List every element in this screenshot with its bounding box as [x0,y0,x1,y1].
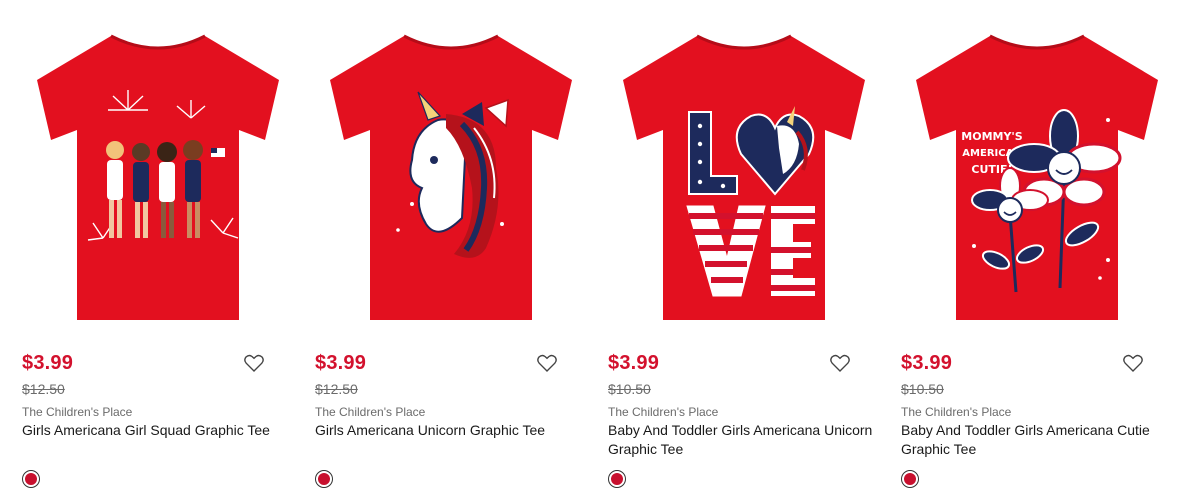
product-title[interactable]: Girls Americana Girl Squad Graphic Tee [22,421,287,440]
product-card[interactable]: $3.99 $12.50 The Children's Place Girls … [315,0,587,499]
product-title[interactable]: Baby And Toddler Girls Americana Cutie G… [901,421,1166,459]
sale-price: $3.99 [901,352,953,374]
tshirt-girl-squad-graphic [37,34,279,320]
brand-name: The Children's Place [608,405,719,419]
swatch-color [904,473,916,485]
color-swatch[interactable] [608,470,626,488]
product-card[interactable]: $3.99 $10.50 The Children's Place Baby A… [608,0,880,499]
heart-icon[interactable] [830,354,850,372]
original-price: $10.50 [608,381,651,397]
product-card[interactable]: MOMMY'S AMERICAN CUTIE! $3.99 $10.50 The… [901,0,1173,499]
product-image[interactable] [315,18,587,338]
product-grid: $3.99 $12.50 The Children's Place Girls … [0,0,1180,499]
product-title[interactable]: Baby And Toddler Girls Americana Unicorn… [608,421,873,459]
color-swatch[interactable] [315,470,333,488]
brand-name: The Children's Place [901,405,1012,419]
tshirt-unicorn-graphic [330,34,572,320]
swatch-color [25,473,37,485]
original-price: $12.50 [22,381,65,397]
heart-icon[interactable] [244,354,264,372]
heart-icon[interactable] [1123,354,1143,372]
product-card[interactable]: $3.99 $12.50 The Children's Place Girls … [22,0,294,499]
swatch-color [318,473,330,485]
product-image[interactable] [608,18,880,338]
graphic-text-line: MOMMY'S [961,130,1023,143]
product-image[interactable]: MOMMY'S AMERICAN CUTIE! [901,18,1173,338]
sale-price: $3.99 [315,352,367,374]
original-price: $12.50 [315,381,358,397]
sale-price: $3.99 [22,352,74,374]
swatch-color [611,473,623,485]
tshirt-mommys-cutie-graphic: MOMMY'S AMERICAN CUTIE! [916,34,1158,320]
product-image[interactable] [22,18,294,338]
original-price: $10.50 [901,381,944,397]
tshirt-love-graphic [623,34,865,320]
product-title[interactable]: Girls Americana Unicorn Graphic Tee [315,421,580,440]
color-swatch[interactable] [22,470,40,488]
sale-price: $3.99 [608,352,660,374]
brand-name: The Children's Place [22,405,133,419]
brand-name: The Children's Place [315,405,426,419]
heart-icon[interactable] [537,354,557,372]
color-swatch[interactable] [901,470,919,488]
